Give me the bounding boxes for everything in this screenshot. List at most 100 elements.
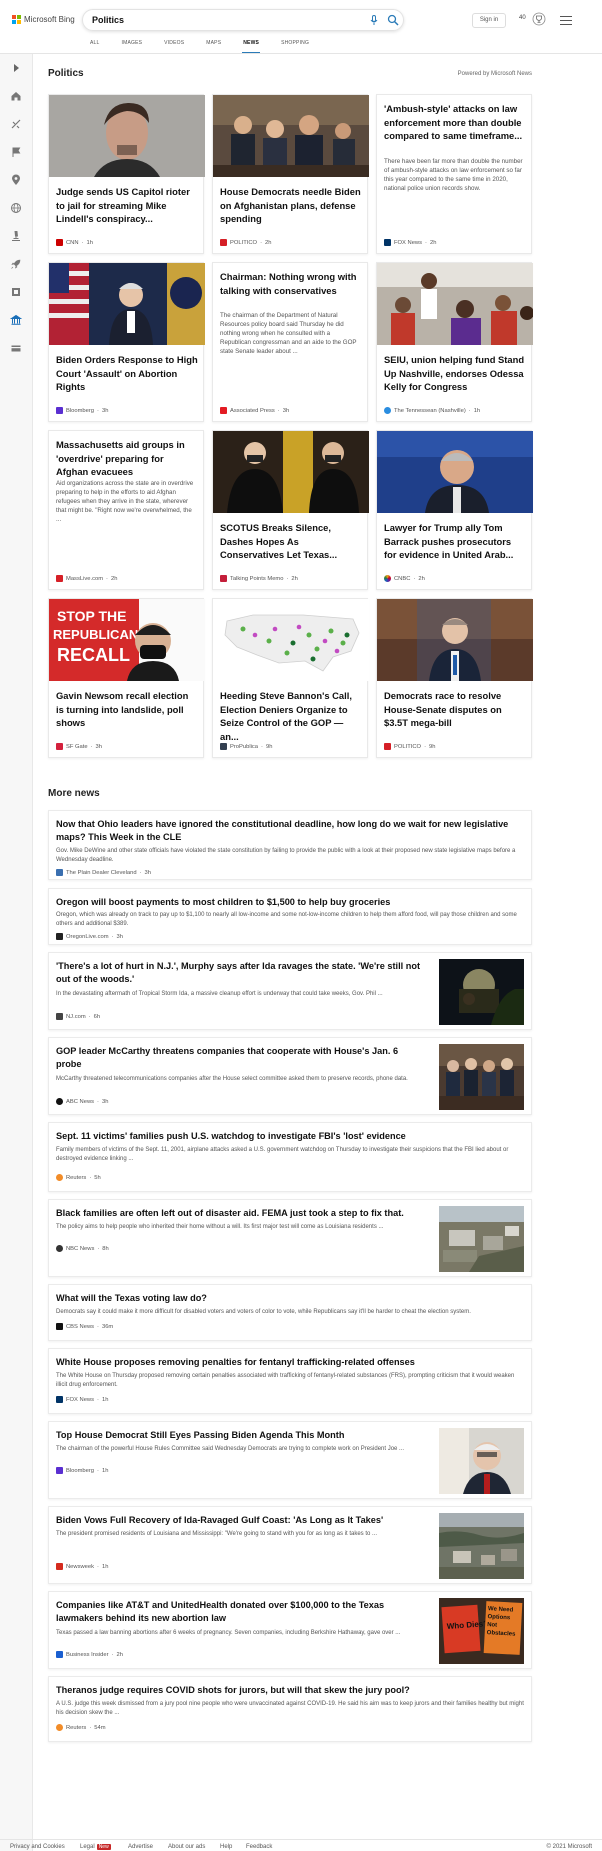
more-news-item[interactable]: White House proposes removing penalties … (48, 1348, 532, 1414)
news-card[interactable]: Lawyer for Trump ally Tom Barrack pushes… (376, 430, 533, 590)
news-card[interactable]: SEIU, union helping fund Stand Up Nashvi… (376, 262, 533, 422)
news-card[interactable]: Democrats race to resolve House-Senate d… (376, 598, 533, 758)
news-card-title[interactable]: Gavin Newsom recall election is turning … (56, 689, 198, 730)
oregonlive-logo-icon (56, 933, 63, 940)
tab-maps[interactable]: MAPS (206, 40, 221, 54)
home-icon[interactable] (10, 90, 22, 102)
more-news-item[interactable]: Top House Democrat Still Eyes Passing Bi… (48, 1421, 532, 1499)
tab-all[interactable]: ALL (90, 40, 100, 54)
bing-logo[interactable]: Microsoft Bing (12, 15, 75, 24)
footer-link-advertise[interactable]: Advertise (128, 1844, 153, 1850)
powered-by-label: Powered by Microsoft News (457, 71, 532, 77)
news-card[interactable]: SCOTUS Breaks Silence, Dashes Hopes As C… (212, 430, 369, 590)
news-card-title[interactable]: Biden Orders Response to High Court 'Ass… (56, 353, 198, 394)
film-icon[interactable] (10, 286, 22, 298)
rewards-points[interactable]: 40 (519, 15, 526, 21)
footer-link-about-ads[interactable]: About our ads (168, 1844, 205, 1850)
politics-capitol-icon[interactable] (10, 314, 22, 326)
more-news-item[interactable]: GOP leader McCarthy threatens companies … (48, 1037, 532, 1115)
fox-news-logo-icon (384, 239, 391, 246)
microphone-icon[interactable] (368, 14, 380, 26)
news-card[interactable]: Heeding Steve Bannon's Call, Election De… (212, 598, 369, 758)
more-news-item[interactable]: What will the Texas voting law do? Democ… (48, 1284, 532, 1341)
news-card[interactable]: STOP THE REPUBLICAN RECALL Gavin Newsom … (48, 598, 205, 758)
news-card-source: Talking Points Memo · 2h (220, 575, 298, 582)
tab-shopping[interactable]: SHOPPING (281, 40, 309, 54)
news-card-title[interactable]: Democrats race to resolve House-Senate d… (384, 689, 526, 730)
footer-link-help[interactable]: Help (220, 1844, 232, 1850)
news-card-title[interactable]: SCOTUS Breaks Silence, Dashes Hopes As C… (220, 521, 362, 562)
more-news-title[interactable]: GOP leader McCarthy threatens companies … (56, 1045, 426, 1071)
menu-hamburger-icon[interactable] (560, 16, 572, 25)
more-news-snippet: The policy aims to help people who inher… (56, 1224, 384, 1230)
more-news-source: OregonLive.com · 3h (56, 933, 123, 940)
more-news-item[interactable]: Biden Vows Full Recovery of Ida-Ravaged … (48, 1506, 532, 1584)
footer-link-legal[interactable]: Legal New (80, 1844, 111, 1850)
more-news-title[interactable]: What will the Texas voting law do? (56, 1292, 526, 1305)
rocket-icon[interactable] (10, 258, 22, 270)
search-input[interactable]: Politics (92, 15, 124, 25)
more-news-item[interactable]: Oregon will boost payments to most child… (48, 888, 532, 945)
tab-images[interactable]: IMAGES (122, 40, 143, 54)
news-card[interactable]: Massachusetts aid groups in 'overdrive' … (48, 430, 204, 590)
sign-in-button[interactable]: Sign in (472, 13, 506, 28)
money-icon[interactable] (10, 342, 22, 354)
news-card-source: POLITICO · 9h (384, 743, 435, 750)
news-card-title[interactable]: Judge sends US Capitol rioter to jail fo… (56, 185, 198, 226)
more-news-title[interactable]: Sept. 11 victims' families push U.S. wat… (56, 1130, 526, 1143)
footer-link-privacy[interactable]: Privacy and Cookies (10, 1844, 65, 1850)
more-news-source: Reuters · 5h (56, 1174, 101, 1181)
microscope-icon[interactable] (10, 230, 22, 242)
tab-news[interactable]: NEWS (242, 40, 260, 54)
news-card-title[interactable]: Lawyer for Trump ally Tom Barrack pushes… (384, 521, 526, 562)
more-news-title[interactable]: White House proposes removing penalties … (56, 1356, 526, 1369)
plain-dealer-logo-icon (56, 869, 63, 876)
news-card[interactable]: Biden Orders Response to High Court 'Ass… (48, 262, 205, 422)
more-news-item[interactable]: 'There's a lot of hurt in N.J.', Murphy … (48, 952, 532, 1030)
rewards-trophy-icon[interactable] (532, 12, 546, 26)
more-news-title[interactable]: Oregon will boost payments to most child… (56, 896, 526, 909)
more-news-item[interactable]: Sept. 11 victims' families push U.S. wat… (48, 1122, 532, 1192)
more-news-item[interactable]: Companies like AT&T and UnitedHealth don… (48, 1591, 532, 1669)
news-card-title[interactable]: House Democrats needle Biden on Afghanis… (220, 185, 362, 226)
news-card-source: ProPublica · 9h (220, 743, 272, 750)
more-news-item[interactable]: Now that Ohio leaders have ignored the c… (48, 810, 532, 880)
more-news-image (439, 1428, 524, 1494)
expand-sidebar-icon[interactable] (10, 62, 22, 74)
news-card-image (49, 263, 205, 345)
news-card-snippet: The chairman of the Department of Natura… (220, 312, 357, 355)
news-card[interactable]: House Democrats needle Biden on Afghanis… (212, 94, 369, 254)
more-news-title[interactable]: Black families are often left out of dis… (56, 1207, 426, 1220)
news-card-title[interactable]: SEIU, union helping fund Stand Up Nashvi… (384, 353, 526, 394)
footer-link-feedback[interactable]: Feedback (246, 1844, 272, 1850)
news-card-source: SF Gate · 3h (56, 743, 102, 750)
news-card[interactable]: Judge sends US Capitol rioter to jail fo… (48, 94, 205, 254)
tab-videos[interactable]: VIDEOS (164, 40, 184, 54)
news-card[interactable]: Chairman: Nothing wrong with talking wit… (212, 262, 368, 422)
globe-icon[interactable] (10, 202, 22, 214)
more-news-title[interactable]: 'There's a lot of hurt in N.J.', Murphy … (56, 960, 426, 986)
science-icon[interactable] (10, 118, 22, 130)
more-news-title[interactable]: Now that Ohio leaders have ignored the c… (56, 818, 526, 844)
news-card-title[interactable]: Massachusetts aid groups in 'overdrive' … (56, 438, 198, 479)
news-card[interactable]: 'Ambush-style' attacks on law enforcemen… (376, 94, 532, 254)
recall-sign-line1: STOP THE (57, 608, 127, 624)
search-icon[interactable] (387, 14, 399, 26)
bloomberg-logo-icon (56, 1467, 63, 1474)
news-card-snippet: There have been far more than double the… (384, 158, 523, 192)
sfgate-logo-icon (56, 743, 63, 750)
more-news-title[interactable]: Theranos judge requires COVID shots for … (56, 1684, 526, 1697)
more-news-item[interactable]: Black families are often left out of dis… (48, 1199, 532, 1277)
more-news-title[interactable]: Top House Democrat Still Eyes Passing Bi… (56, 1429, 426, 1442)
news-card-title[interactable]: Chairman: Nothing wrong with talking wit… (220, 270, 362, 297)
more-news-title[interactable]: Biden Vows Full Recovery of Ida-Ravaged … (56, 1514, 426, 1527)
more-news-source: ABC News · 3h (56, 1098, 108, 1105)
more-news-title[interactable]: Companies like AT&T and UnitedHealth don… (56, 1599, 426, 1625)
flag-icon[interactable] (10, 146, 22, 158)
news-card-title[interactable]: 'Ambush-style' attacks on law enforcemen… (384, 102, 526, 143)
news-card-title[interactable]: Heeding Steve Bannon's Call, Election De… (220, 689, 362, 743)
location-pin-icon[interactable] (10, 174, 22, 186)
news-card-source: CNN · 1h (56, 239, 93, 246)
more-news-item[interactable]: Theranos judge requires COVID shots for … (48, 1676, 532, 1742)
search-box[interactable]: Politics (82, 9, 404, 31)
